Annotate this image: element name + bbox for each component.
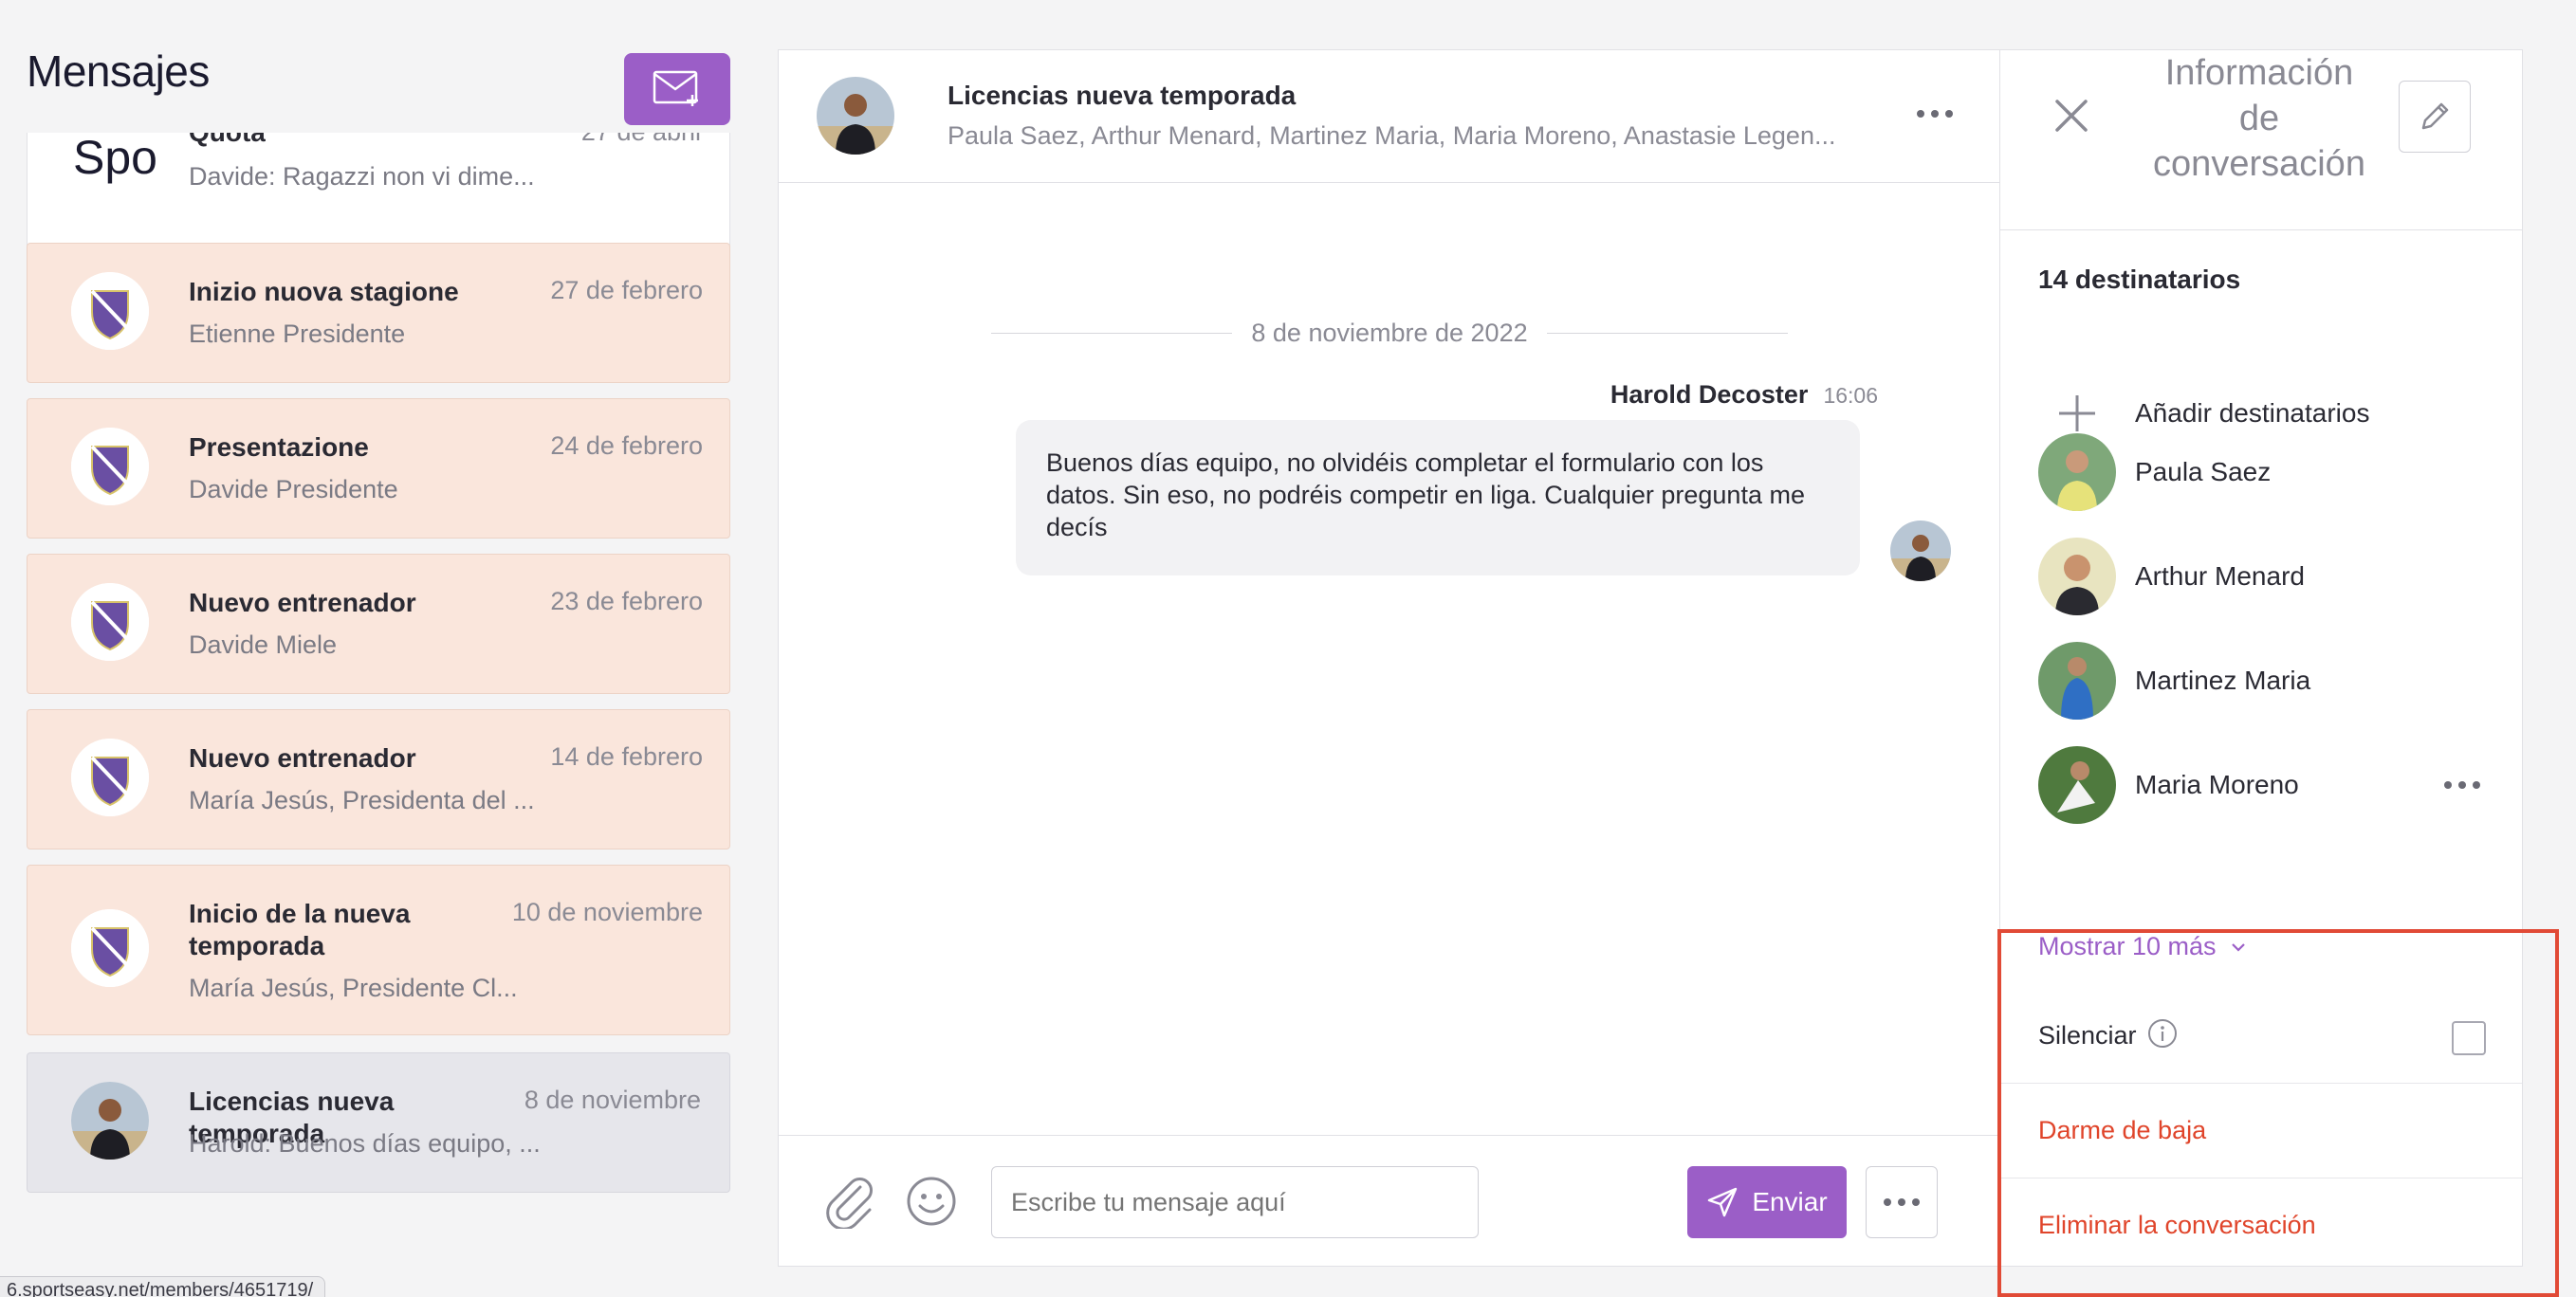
pencil-icon [2421,102,2449,130]
composer-more-button[interactable] [1866,1166,1938,1238]
chat-title: Licencias nueva temporada [948,81,1297,110]
message-meta: Harold Decoster 16:06 [1610,380,1878,410]
recipient-name: Martinez Maria [2135,666,2311,695]
chat-header: Licencias nueva temporada Paula Saez, Ar… [779,50,2001,183]
mute-checkbox[interactable] [2452,1021,2486,1055]
user-avatar [2038,538,2116,615]
user-avatar [71,1082,149,1160]
conversation-date: 23 de febrero [550,587,703,615]
user-avatar [2038,746,2116,824]
unsubscribe-link[interactable]: Darme de baja [2038,1116,2206,1145]
conversation-preview: Etienne Presidente [189,320,406,348]
conversation-title: Presentazione [189,432,369,462]
club-crest-avatar [71,272,149,350]
conversation-date: 8 de noviembre [524,1086,701,1114]
club-crest-avatar [71,739,149,816]
club-crest-avatar [71,583,149,661]
conversation-title: Nuevo entrenador [189,743,416,773]
conversation-date: 27 de febrero [550,276,703,304]
date-separator-text: 8 de noviembre de 2022 [1251,318,1528,347]
conversation-title: Inicio de la nueva temporada [189,899,411,960]
info-header: Información de conversación [2000,50,2522,230]
more-dots-icon [1917,110,1924,118]
compose-message-button[interactable] [624,53,730,125]
chat-panel: Licencias nueva temporada Paula Saez, Ar… [778,49,2001,1267]
conversation-preview: María Jesús, Presidente Cl... [189,974,518,1002]
recipient-more-button[interactable] [2444,781,2480,789]
chat-more-options-button[interactable] [1906,100,1963,128]
message-input[interactable] [991,1166,1479,1238]
message-time: 16:06 [1823,383,1878,408]
page-title: Mensajes [27,46,210,96]
mute-label: Silenciar [2038,1021,2137,1050]
conversation-preview: Davide Miele [189,630,338,659]
conversation-avatar [817,77,894,155]
club-logo-text: Spo [73,133,157,184]
conversation-title: Quota [189,133,266,148]
send-icon [1708,1187,1738,1217]
show-more-recipients-link[interactable]: Mostrar 10 más [2038,932,2247,961]
conversation-item-selected[interactable]: Licencias nueva temporada 8 de noviembre… [27,1052,730,1193]
recipient-name: Paula Saez [2135,457,2272,486]
conversation-item[interactable]: Nuevo entrenador 14 de febrero María Jes… [27,709,730,849]
info-panel-title: Información de conversación [2153,53,2365,184]
conversation-item[interactable]: Presentazione 24 de febrero Davide Presi… [27,398,730,539]
message-bubble: Buenos días equipo, no olvidéis completa… [1016,420,1860,575]
message-composer: Enviar [779,1135,2001,1266]
conversation-title: Inizio nuova stagione [189,277,459,306]
info-icon[interactable] [2146,1017,2179,1050]
conversation-title: Nuevo entrenador [189,588,416,617]
conversation-item[interactable]: Inizio nuova stagione 27 de febrero Etie… [27,243,730,383]
edit-conversation-button[interactable] [2399,81,2471,153]
envelope-plus-icon [653,70,698,106]
conversation-info-panel: Información de conversación 14 destinata… [1999,49,2523,1267]
show-more-label: Mostrar 10 más [2038,932,2217,960]
recipient-name: Maria Moreno [2135,770,2299,799]
conversation-item[interactable]: Inicio de la nueva temporada 10 de novie… [27,865,730,1035]
conversation-preview: Davide: Ragazzi non vi dime... [189,162,535,191]
delete-conversation-row[interactable]: Eliminar la conversación [2000,1178,2522,1273]
send-button[interactable]: Enviar [1687,1166,1847,1238]
message-author: Harold Decoster [1610,380,1809,409]
recipients-count: 14 destinatarios [2038,265,2241,294]
send-button-label: Enviar [1752,1187,1828,1216]
unsubscribe-row[interactable]: Darme de baja [2000,1084,2522,1178]
emoji-icon[interactable] [906,1176,957,1227]
recipient-item[interactable]: Maria Moreno [2038,746,2493,824]
conversation-date: 24 de febrero [550,431,703,460]
date-separator: 8 de noviembre de 2022 [991,318,1788,348]
chevron-down-icon [2231,942,2245,952]
paperclip-icon[interactable] [824,1174,875,1229]
recipient-item[interactable]: Martinez Maria [2038,642,2493,720]
conversation-item[interactable]: Nuevo entrenador 23 de febrero Davide Mi… [27,554,730,694]
message-author-avatar [1890,521,1951,581]
delete-conversation-link[interactable]: Eliminar la conversación [2038,1211,2316,1240]
recipient-name: Arthur Menard [2135,561,2305,591]
mute-row: Silenciar [2000,989,2522,1084]
close-icon[interactable] [2050,94,2093,137]
recipient-item[interactable]: Paula Saez [2038,433,2493,511]
user-avatar [2038,433,2116,511]
conversation-list: Spo Quota 27 de abril Davide: Ragazzi no… [27,133,730,1204]
user-avatar [2038,642,2116,720]
more-dots-icon [1884,1198,1891,1206]
conversation-date: 27 de abril [581,133,701,147]
more-dots-icon [2444,781,2452,789]
conversation-date: 14 de febrero [550,742,703,771]
add-recipients-label: Añadir destinatarios [2135,398,2370,428]
conversation-preview: María Jesús, Presidenta del ... [189,786,535,814]
club-crest-avatar [71,909,149,987]
chat-participants: Paula Saez, Arthur Menard, Martinez Mari… [948,121,1836,150]
conversation-date: 10 de noviembre [511,898,703,926]
club-crest-avatar [71,428,149,505]
status-bar-url: 6.sportseasy.net/members/4651719/ [0,1276,326,1297]
recipient-item[interactable]: Arthur Menard [2038,538,2493,615]
conversation-preview: Davide Presidente [189,475,398,503]
conversation-preview: Harold: Buenos días equipo, ... [189,1129,541,1158]
